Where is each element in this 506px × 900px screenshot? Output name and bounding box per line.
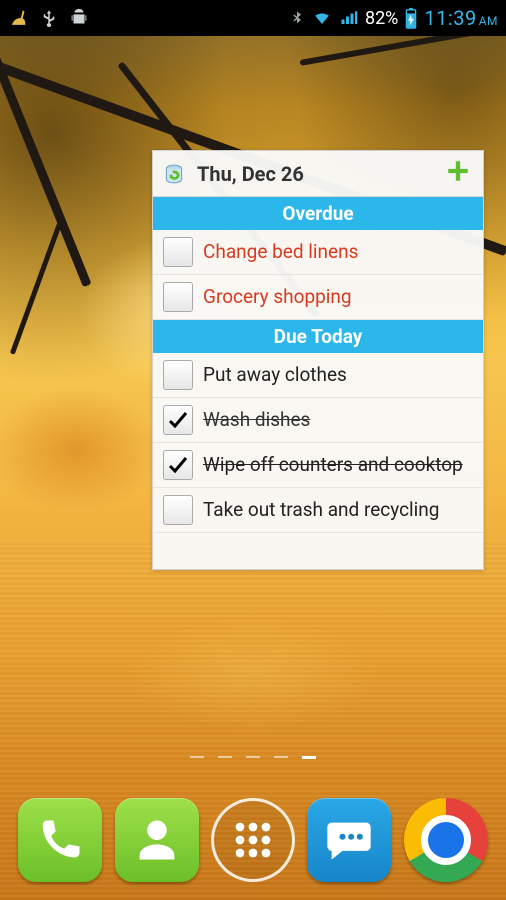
bluetooth-icon <box>289 8 305 28</box>
android-icon <box>68 7 90 29</box>
task-text: Change bed linens <box>203 240 473 264</box>
task-row[interactable]: Put away clothes <box>153 353 483 398</box>
overdue-list: Change bed linens Grocery shopping <box>153 230 483 320</box>
task-row[interactable]: Take out trash and recycling <box>153 488 483 533</box>
page-dot[interactable] <box>218 756 232 758</box>
app-drawer-button[interactable] <box>211 798 295 882</box>
phone-app[interactable] <box>18 798 102 882</box>
task-row[interactable]: Wash dishes <box>153 398 483 443</box>
page-dot[interactable] <box>274 756 288 758</box>
cleaner-icon <box>8 7 30 29</box>
task-checkbox[interactable] <box>163 282 193 312</box>
status-clock: 11:39AM <box>424 6 498 30</box>
chat-icon <box>323 814 375 866</box>
section-header-overdue: Overdue <box>153 197 483 230</box>
task-row[interactable]: Change bed linens <box>153 230 483 275</box>
widget-date-title: Thu, Dec 26 <box>197 162 441 186</box>
todo-widget[interactable]: Thu, Dec 26 Overdue Change bed linens Gr… <box>152 150 484 570</box>
signal-icon <box>339 9 359 27</box>
task-text: Wash dishes <box>203 408 473 432</box>
add-task-button[interactable] <box>441 156 475 191</box>
task-checkbox[interactable] <box>163 405 193 435</box>
widget-app-icon <box>161 161 187 187</box>
messaging-app[interactable] <box>307 798 391 882</box>
usb-icon <box>40 7 58 29</box>
task-text: Put away clothes <box>203 363 473 387</box>
person-icon <box>131 814 183 866</box>
page-dot[interactable] <box>302 756 316 759</box>
due-today-list: Put away clothes Wash dishes Wipe off co… <box>153 353 483 533</box>
page-dot[interactable] <box>190 756 204 758</box>
battery-charging-icon <box>404 7 418 29</box>
page-dot[interactable] <box>246 756 260 758</box>
contacts-app[interactable] <box>115 798 199 882</box>
dock <box>0 788 506 900</box>
page-indicator <box>0 756 506 759</box>
task-checkbox[interactable] <box>163 450 193 480</box>
section-header-due-today: Due Today <box>153 320 483 353</box>
task-checkbox[interactable] <box>163 495 193 525</box>
task-row[interactable]: Wipe off counters and cooktop <box>153 443 483 488</box>
task-text: Grocery shopping <box>203 285 473 309</box>
wifi-icon <box>311 9 333 27</box>
task-checkbox[interactable] <box>163 237 193 267</box>
phone-icon <box>34 814 86 866</box>
task-checkbox[interactable] <box>163 360 193 390</box>
battery-percent: 82% <box>365 8 398 29</box>
apps-grid-icon <box>227 814 279 866</box>
chrome-app[interactable] <box>404 798 488 882</box>
status-bar: 82% 11:39AM <box>0 0 506 36</box>
task-text: Wipe off counters and cooktop <box>203 453 473 477</box>
widget-header: Thu, Dec 26 <box>153 151 483 197</box>
task-row[interactable]: Grocery shopping <box>153 275 483 320</box>
task-text: Take out trash and recycling <box>203 498 473 522</box>
